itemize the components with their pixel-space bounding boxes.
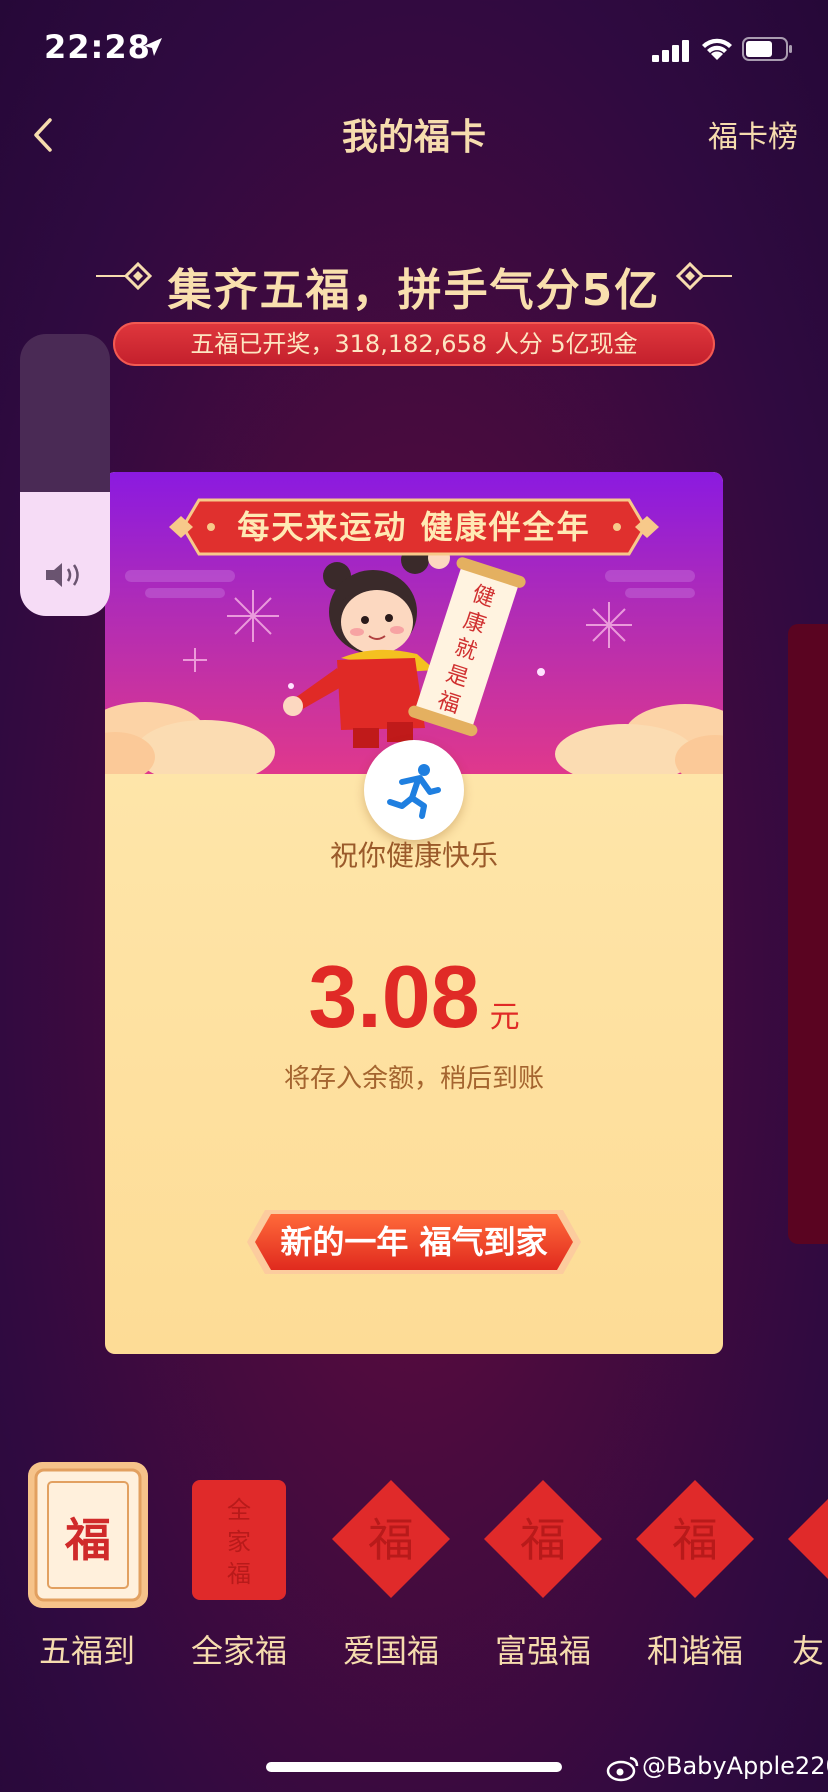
page-title: 我的福卡 <box>341 117 486 158</box>
tile-label-wufudao[interactable]: 五福到 <box>12 1626 162 1672</box>
tile-aiguofu[interactable]: 福 <box>328 1476 454 1602</box>
status-time: 22:28 <box>44 28 151 66</box>
svg-text:福: 福 <box>520 1513 566 1567</box>
location-arrow-icon <box>144 38 162 56</box>
tile-label-aiguofu[interactable]: 爱国福 <box>316 1626 466 1672</box>
volume-level <box>20 491 110 616</box>
tile-label-you[interactable]: 友 <box>792 1626 828 1672</box>
speaker-icon <box>46 563 79 587</box>
amount-value: 3.08 <box>308 947 480 1046</box>
tile-label-fuqiangfu[interactable]: 富强福 <box>468 1626 618 1672</box>
lottery-result-banner: 五福已开奖，318,182,658 人分 5亿现金 <box>113 322 715 366</box>
tile-wufudao[interactable]: 福 <box>26 1460 150 1610</box>
headline-area: 集齐五福，拼手气分5亿 <box>0 254 828 316</box>
svg-text:全: 全 <box>227 1496 251 1524</box>
cta-button[interactable]: 新的一年 福气到家 <box>237 1204 591 1284</box>
next-card-peek[interactable] <box>788 624 828 1244</box>
status-bar: 22:28 <box>0 0 828 100</box>
watermark: @BabyApple220 <box>642 1752 828 1780</box>
exercise-badge <box>364 740 464 840</box>
tile-label-quanjiafu[interactable]: 全家福 <box>164 1626 314 1672</box>
deposit-note: 将存入余额，稍后到账 <box>283 1064 544 1094</box>
svg-text:福: 福 <box>368 1513 414 1567</box>
battery-icon <box>742 37 792 61</box>
greeting-text: 祝你健康快乐 <box>329 839 498 872</box>
wifi-icon <box>702 38 732 60</box>
home-indicator[interactable] <box>266 1762 562 1772</box>
running-person-icon <box>387 764 441 819</box>
fuka-carousel: 福 全 家 福 福 福 福 <box>0 1460 828 1620</box>
cellular-signal-icon <box>652 40 689 62</box>
amount-display: 3.08 元 <box>105 946 723 1048</box>
svg-text:福: 福 <box>64 1513 111 1567</box>
svg-text:家: 家 <box>227 1528 251 1556</box>
tile-quanjiafu[interactable]: 全 家 福 <box>190 1478 288 1602</box>
diamond-ornament-icon <box>675 262 732 290</box>
weibo-icon <box>606 1756 639 1782</box>
banner-text: 每天来运动 健康伴全年 <box>237 508 591 546</box>
tile-hexiefu[interactable]: 福 <box>632 1476 758 1602</box>
tile-youshanfu[interactable] <box>784 1476 828 1602</box>
svg-text:福: 福 <box>672 1513 718 1567</box>
tile-label-hexiefu[interactable]: 和谐福 <box>620 1626 770 1672</box>
volume-hud <box>20 334 110 616</box>
amount-unit: 元 <box>489 1000 520 1035</box>
fuka-ranking-link[interactable]: 福卡榜 <box>708 112 798 156</box>
fuka-card: 健 康 就 是 福 每天来运动 健康伴全年 祝你健康快乐 3.08 元 将存入余额… <box>105 472 723 1354</box>
tile-fuqiangfu[interactable]: 福 <box>480 1476 606 1602</box>
svg-text:福: 福 <box>227 1560 251 1588</box>
